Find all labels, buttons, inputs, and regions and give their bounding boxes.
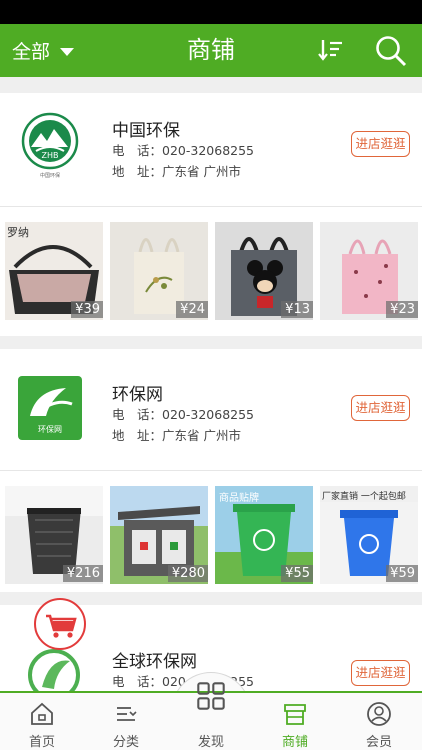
divider xyxy=(0,206,422,207)
phone-label: 电 话： xyxy=(112,407,163,422)
product-price: ¥39 xyxy=(71,301,103,318)
product-overlay-text: 商品贴牌 xyxy=(219,493,259,504)
chevron-down-icon xyxy=(60,47,75,56)
phone-label: 电 话： xyxy=(112,674,163,689)
huanbaowang-logo-icon: 环保网 xyxy=(18,376,82,440)
phone-label: 电 话： xyxy=(112,143,163,158)
shop-name: 环保网 xyxy=(112,385,163,405)
tab-category[interactable]: 分类 xyxy=(84,693,168,750)
product-price: ¥59 xyxy=(386,565,418,582)
product-thumb[interactable]: 罗纳 ¥39 xyxy=(5,222,103,320)
visit-shop-button[interactable]: 进店逛逛 xyxy=(351,131,410,157)
tab-label: 首页 xyxy=(28,735,55,750)
address-label: 地 址： xyxy=(112,164,163,179)
product-overlay-text: 厂家直销 一个起包邮 xyxy=(322,492,406,502)
bottom-tab-bar: 首页 分类 发现 商铺 会员 xyxy=(0,682,422,750)
divider xyxy=(0,470,422,471)
product-overlay-text: 罗纳 xyxy=(7,226,29,239)
logo-text: 环保网 xyxy=(38,424,62,434)
tab-label: 发现 xyxy=(197,735,224,750)
shop-icon xyxy=(284,704,306,725)
shop-name: 全球环保网 xyxy=(112,652,197,672)
product-thumb[interactable]: ¥24 xyxy=(110,222,208,320)
search-icon[interactable] xyxy=(374,34,408,68)
address-value: 广东省 广州市 xyxy=(162,428,241,443)
tab-shop[interactable]: 商铺 xyxy=(253,693,337,750)
product-price: ¥13 xyxy=(281,301,313,318)
category-icon xyxy=(117,707,137,721)
visit-shop-button[interactable]: 进店逛逛 xyxy=(351,660,410,686)
shop-card: 环保网 环保网 电 话：020-32068255 地 址：广东省 广州市 进店逛… xyxy=(0,349,422,592)
cart-button[interactable] xyxy=(34,598,86,650)
logo-caption: 中国环保 xyxy=(40,172,60,179)
app-header: 全部 商铺 xyxy=(0,24,422,77)
phone-value: 020-32068255 xyxy=(162,407,255,422)
tab-discover[interactable]: 发现 xyxy=(169,682,253,750)
shop-address: 地 址：广东省 广州市 xyxy=(112,425,241,444)
shop-name: 中国环保 xyxy=(112,121,180,141)
shop-phone: 电 话：020-32068255 xyxy=(112,140,254,159)
tab-label: 会员 xyxy=(365,735,392,750)
phone-value: 020-32068255 xyxy=(162,143,255,158)
sort-icon[interactable] xyxy=(318,37,344,63)
discover-grid-icon xyxy=(197,682,225,710)
zhb-logo-icon: ZHB 中国环保 xyxy=(21,112,79,179)
tab-home[interactable]: 首页 xyxy=(0,693,84,750)
status-bar xyxy=(0,0,422,24)
product-thumb[interactable]: ¥216 xyxy=(5,486,103,584)
product-price: ¥216 xyxy=(62,565,103,582)
product-price: ¥23 xyxy=(386,301,418,318)
tab-label: 商铺 xyxy=(281,735,308,750)
tab-label: 分类 xyxy=(112,735,139,750)
logo-text: ZHB xyxy=(42,151,59,160)
product-price: ¥280 xyxy=(167,565,208,582)
product-price: ¥55 xyxy=(281,565,313,582)
address-label: 地 址： xyxy=(112,428,163,443)
product-thumb[interactable]: 厂家直销 一个起包邮 ¥59 xyxy=(320,486,418,584)
product-price: ¥24 xyxy=(176,301,208,318)
tab-member[interactable]: 会员 xyxy=(337,693,421,750)
home-icon xyxy=(31,702,53,725)
product-thumb[interactable]: 商品贴牌 ¥55 xyxy=(215,486,313,584)
member-icon xyxy=(367,702,391,726)
filter-dropdown[interactable]: 全部 xyxy=(12,24,75,77)
address-value: 广东省 广州市 xyxy=(162,164,241,179)
shop-address: 地 址：广东省 广州市 xyxy=(112,161,241,180)
visit-shop-button[interactable]: 进店逛逛 xyxy=(351,395,410,421)
shop-phone: 电 话：020-32068255 xyxy=(112,404,254,423)
shop-card: ZHB 中国环保 中国环保 电 话：020-32068255 地 址：广东省 广… xyxy=(0,93,422,336)
cart-icon xyxy=(46,614,77,638)
filter-label: 全部 xyxy=(12,41,51,63)
product-thumb[interactable]: ¥23 xyxy=(320,222,418,320)
product-thumb[interactable]: ¥13 xyxy=(215,222,313,320)
product-thumb[interactable]: ¥280 xyxy=(110,486,208,584)
